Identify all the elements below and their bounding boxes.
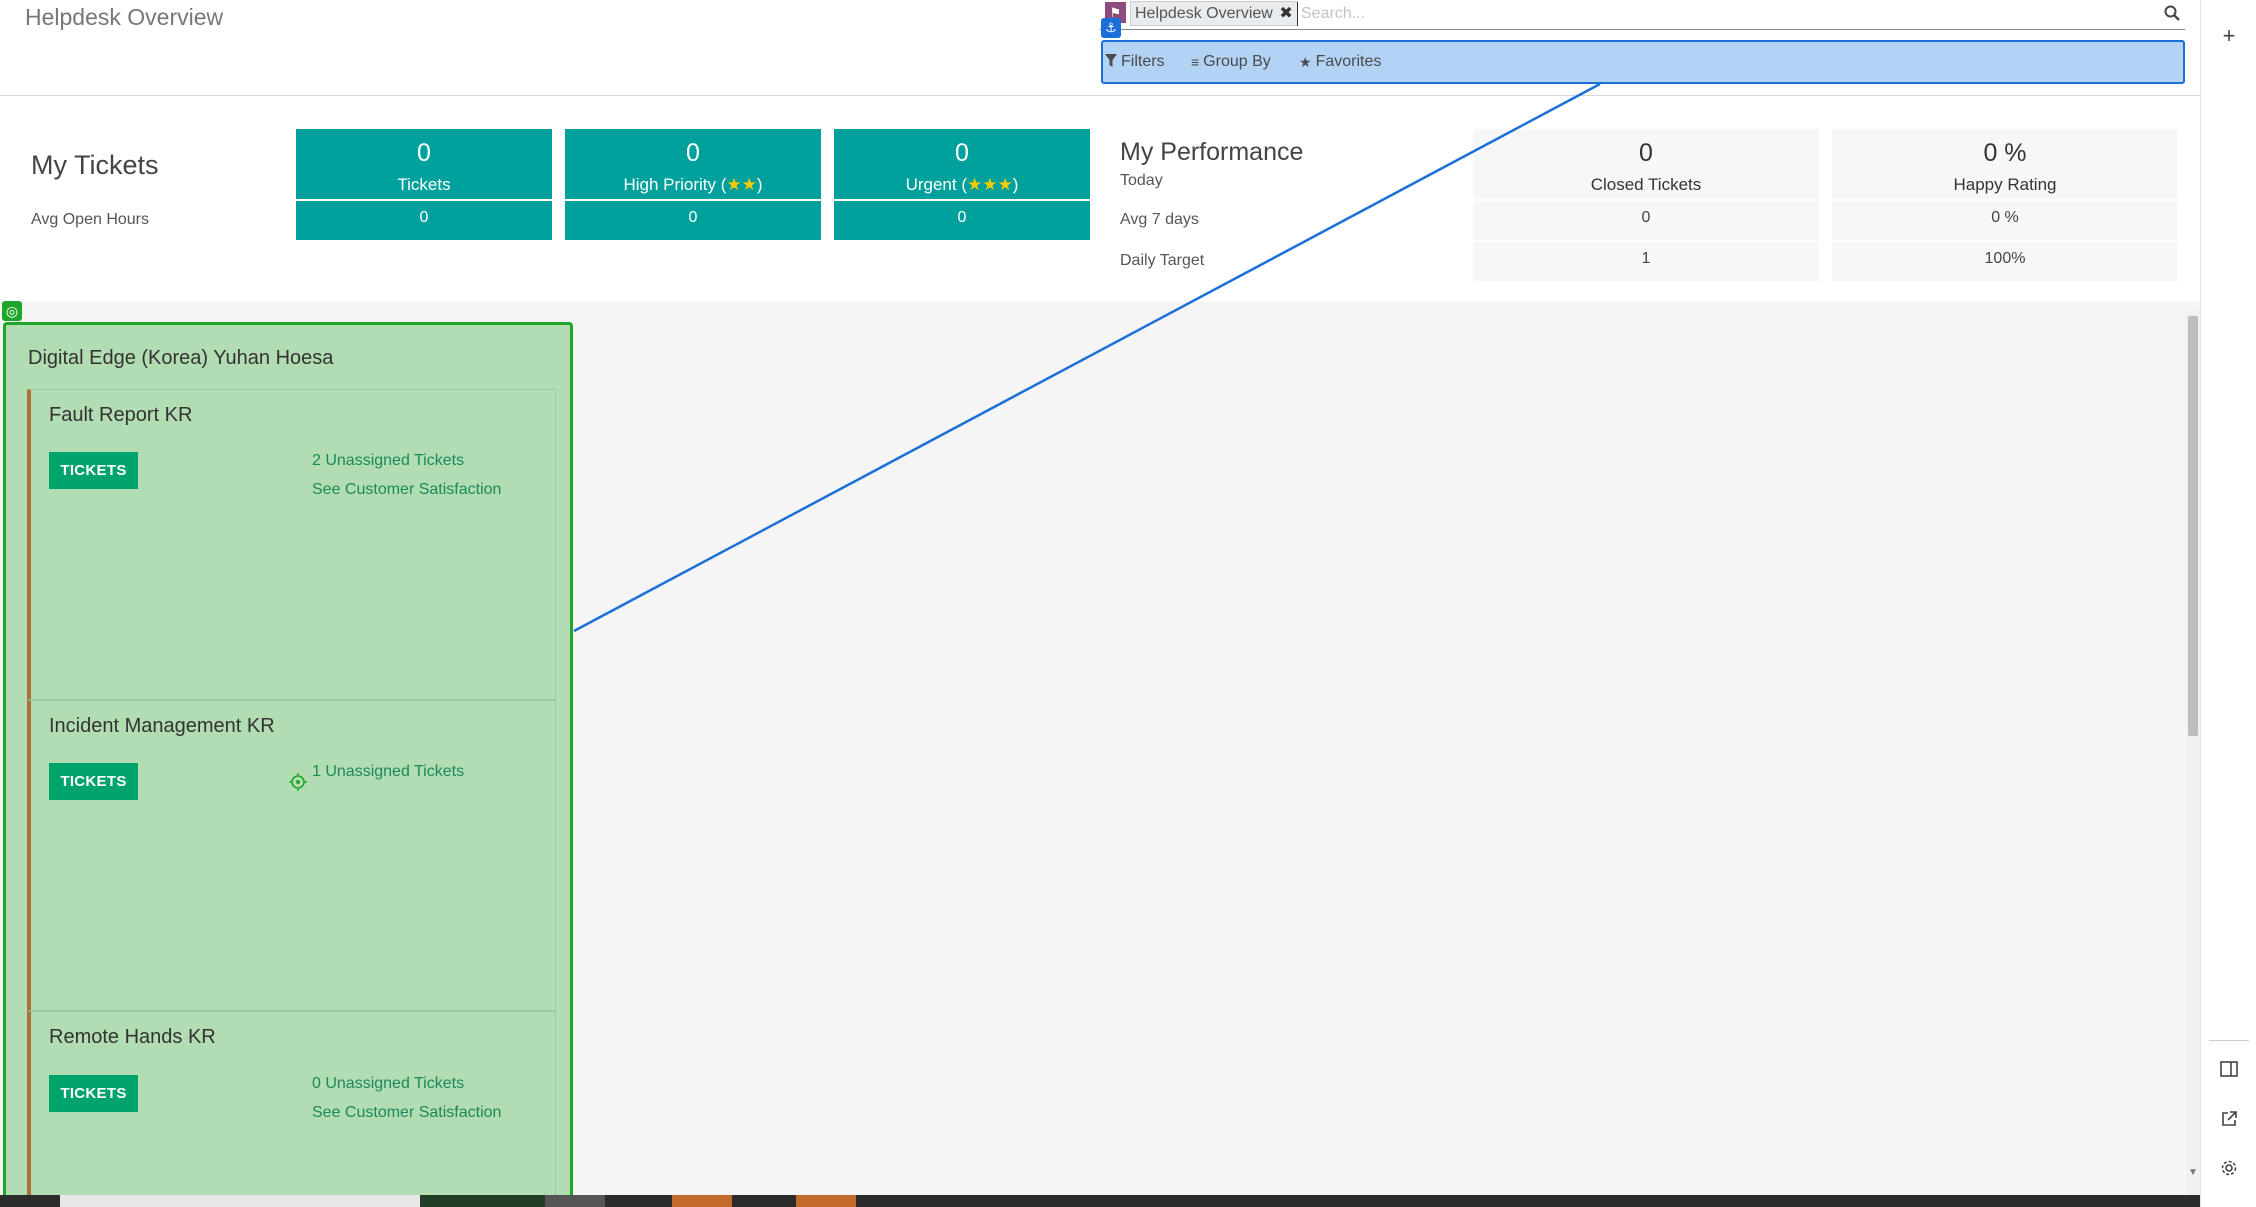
filters-button[interactable]: Filters	[1105, 53, 1165, 71]
search-facet-label: Helpdesk Overview	[1135, 5, 1273, 22]
tickets-avg-cell[interactable]: 0	[296, 201, 552, 240]
panel-icon[interactable]	[2217, 1058, 2241, 1082]
closed-tickets-target-cell: 1	[1473, 242, 1819, 281]
group-by-button[interactable]: ≡ Group By	[1191, 53, 1271, 71]
taskbar	[0, 1195, 2200, 1207]
favorites-button[interactable]: ★ Favorites	[1299, 53, 1381, 71]
urgent-label: Urgent (★★★)	[905, 175, 1019, 194]
urgent-cell[interactable]: 0 Urgent (★★★)	[834, 129, 1090, 199]
tickets-count: 0	[417, 139, 431, 167]
search-input[interactable]	[1297, 2, 2137, 26]
closed-tickets-today: 0	[1639, 139, 1653, 167]
team-card-remote-hands[interactable]: Remote Hands KR TICKETS 0 Unassigned Tic…	[27, 1011, 556, 1207]
kanban-group-company: Digital Edge (Korea) Yuhan Hoesa Fault R…	[3, 322, 573, 1207]
facet-remove-icon[interactable]: ✖	[1279, 2, 1292, 25]
tickets-avg-value: 0	[419, 209, 429, 226]
unassigned-tickets-link[interactable]: 2 Unassigned Tickets	[312, 452, 464, 470]
happy-rating-avg-cell: 0 %	[1832, 201, 2178, 240]
taskbar-segment[interactable]	[545, 1195, 605, 1207]
closed-tickets-label: Closed Tickets	[1590, 175, 1702, 194]
tickets-button[interactable]: TICKETS	[49, 763, 138, 800]
happy-rating-cell: 0 % Happy Rating	[1832, 129, 2178, 199]
unassigned-tickets-link[interactable]: 0 Unassigned Tickets	[312, 1075, 464, 1093]
anchor-icon: ⚓	[1101, 18, 1121, 38]
team-name: Incident Management KR	[49, 715, 275, 737]
tickets-button[interactable]: TICKETS	[49, 1075, 138, 1112]
today-label: Today	[1120, 172, 1163, 189]
closed-tickets-cell: 0 Closed Tickets	[1473, 129, 1819, 199]
team-name: Fault Report KR	[49, 404, 193, 426]
helpdesk-dashboard: My Tickets Avg Open Hours 0 Tickets 0 0 …	[15, 106, 2185, 302]
customer-satisfaction-link[interactable]: See Customer Satisfaction	[312, 481, 501, 499]
tickets-label: Tickets	[397, 175, 451, 194]
company-name: Digital Edge (Korea) Yuhan Hoesa	[28, 347, 334, 369]
urgent-count: 0	[955, 139, 969, 167]
high-priority-cell[interactable]: 0 High Priority (★★)	[565, 129, 821, 199]
high-priority-count: 0	[686, 139, 700, 167]
target-icon: ◎	[2, 301, 22, 321]
star-icon: ★★★	[967, 175, 1013, 194]
page-title: Helpdesk Overview	[25, 4, 224, 30]
team-name: Remote Hands KR	[49, 1026, 216, 1048]
filter-icon	[1105, 54, 1117, 70]
control-panel: Helpdesk Overview ⚑ Helpdesk Overview ✖ …	[0, 0, 2200, 96]
urgent-avg-cell[interactable]: 0	[834, 201, 1090, 240]
daily-target-label: Daily Target	[1120, 252, 1205, 269]
taskbar-segment[interactable]	[672, 1195, 732, 1207]
group-by-label: Group By	[1203, 53, 1271, 70]
team-card-fault-report[interactable]: Fault Report KR TICKETS 2 Unassigned Tic…	[27, 389, 556, 700]
scrollbar-thumb[interactable]	[2188, 316, 2198, 736]
high-priority-avg-value: 0	[688, 209, 698, 226]
search-options-bar: Filters ≡ Group By ★ Favorites	[1101, 40, 2185, 84]
urgent-avg-value: 0	[957, 209, 967, 226]
closed-tickets-avg7: 0	[1641, 209, 1651, 226]
taskbar-segment[interactable]	[796, 1195, 856, 1207]
taskbar-segment[interactable]	[60, 1195, 420, 1207]
external-link-icon[interactable]	[2217, 1108, 2241, 1132]
avg-7-days-label: Avg 7 days	[1120, 211, 1199, 228]
happy-rating-avg7: 0 %	[1991, 209, 2019, 226]
customer-satisfaction-link[interactable]: See Customer Satisfaction	[312, 1104, 501, 1122]
high-priority-avg-cell[interactable]: 0	[565, 201, 821, 240]
my-tickets-title: My Tickets	[31, 150, 159, 180]
search-icon[interactable]	[2163, 4, 2183, 24]
my-performance-title: My Performance	[1120, 138, 1304, 166]
taskbar-segment[interactable]	[420, 1195, 545, 1207]
happy-rating-target-cell: 100%	[1832, 242, 2178, 281]
team-card-incident-management[interactable]: Incident Management KR TICKETS 1 Unassig…	[27, 700, 556, 1011]
high-priority-label: High Priority (★★)	[623, 175, 763, 194]
group-by-icon: ≡	[1191, 54, 1200, 70]
happy-rating-label: Happy Rating	[1953, 175, 2057, 194]
unassigned-tickets-link[interactable]: 1 Unassigned Tickets	[312, 763, 464, 781]
side-divider	[2209, 1040, 2249, 1041]
star-icon: ★★	[726, 175, 757, 194]
gear-icon[interactable]	[2217, 1158, 2241, 1182]
closed-tickets-target: 1	[1641, 250, 1651, 267]
target-icon	[289, 773, 307, 791]
star-icon: ★	[1299, 53, 1312, 70]
scroll-down-arrow-icon[interactable]: ▼	[2186, 1167, 2200, 1181]
tickets-button[interactable]: TICKETS	[49, 452, 138, 489]
filters-label: Filters	[1121, 53, 1165, 70]
side-toolbar: +	[2200, 0, 2256, 1207]
happy-rating-today: 0 %	[1983, 139, 2027, 167]
closed-tickets-avg-cell: 0	[1473, 201, 1819, 240]
happy-rating-target: 100%	[1984, 250, 2026, 267]
favorites-label: Favorites	[1315, 53, 1382, 70]
plus-icon[interactable]: +	[2217, 24, 2241, 48]
my-tickets-cell[interactable]: 0 Tickets	[296, 129, 552, 199]
search-bar: ⚑ Helpdesk Overview ✖	[1100, 0, 2185, 30]
search-facet[interactable]: Helpdesk Overview ✖	[1130, 1, 1298, 26]
avg-open-hours-label: Avg Open Hours	[31, 211, 149, 228]
